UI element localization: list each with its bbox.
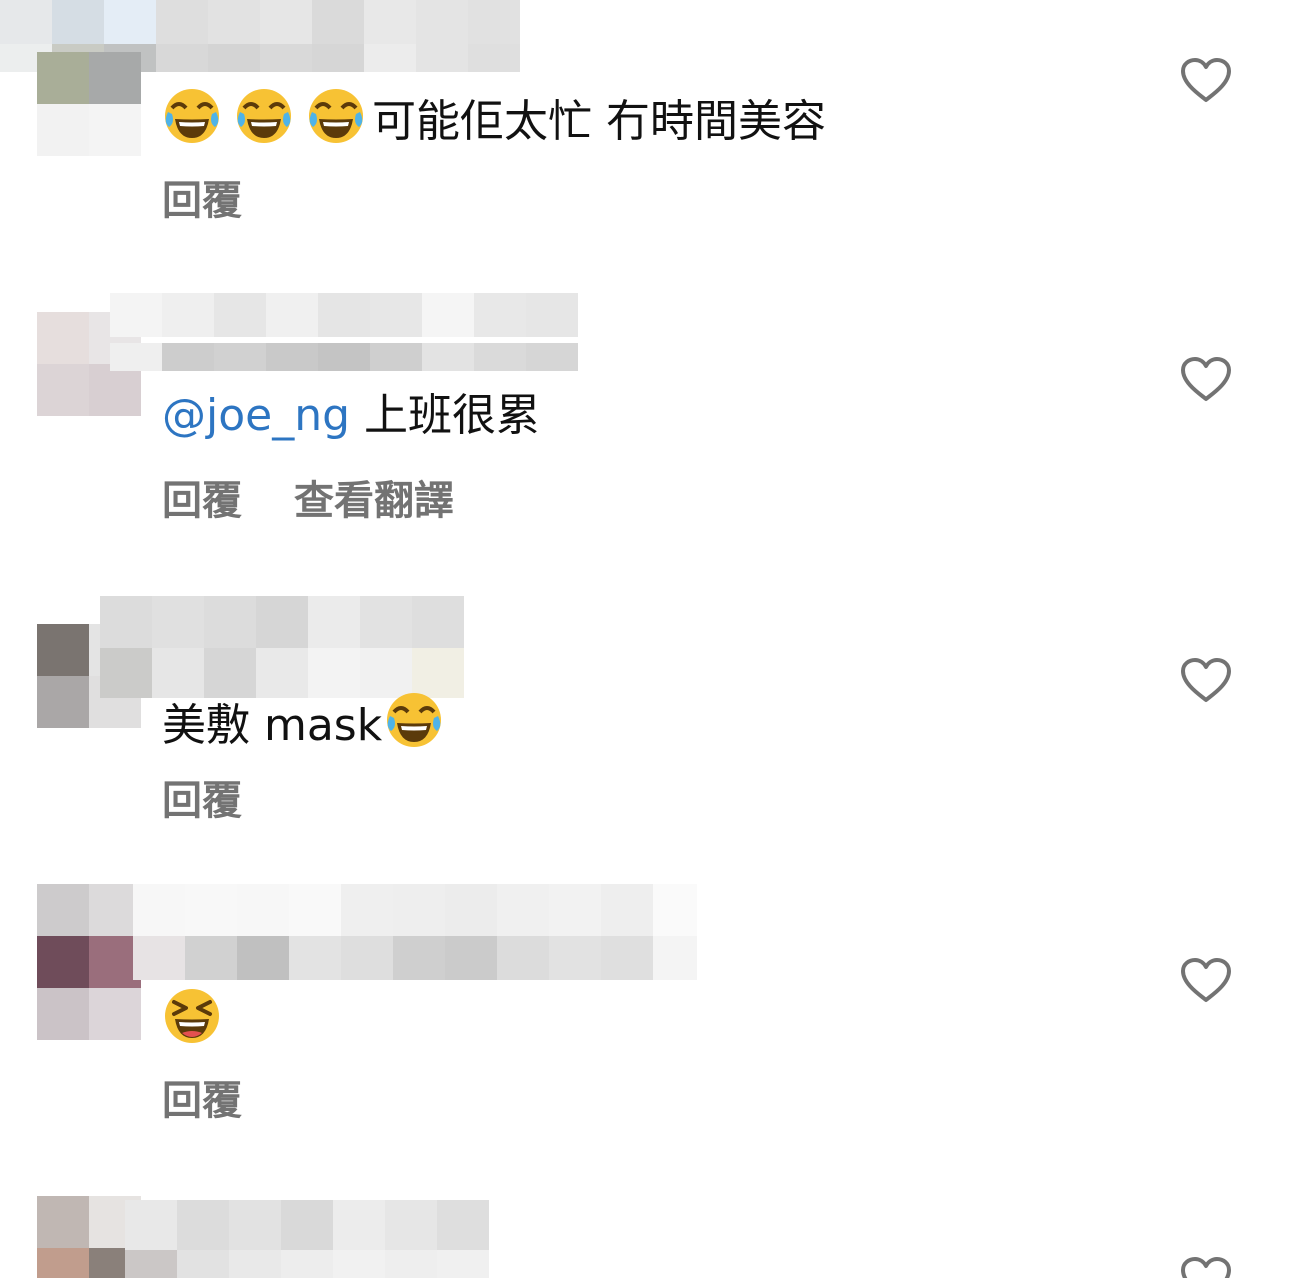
like-heart-icon[interactable]: [1180, 957, 1232, 1003]
comment-actions: 回覆: [162, 776, 294, 826]
like-heart-icon[interactable]: [1180, 657, 1232, 703]
face-with-tears-of-joy-icon: [234, 86, 294, 146]
avatar[interactable]: [37, 884, 141, 1040]
avatar[interactable]: [37, 52, 141, 156]
comment-body: 上班很累: [350, 390, 541, 441]
face-with-tears-of-joy-icon: [384, 690, 444, 750]
like-heart-icon[interactable]: [1180, 57, 1232, 103]
comment-actions: 回覆: [162, 176, 294, 226]
face-with-tears-of-joy-icon: [306, 86, 366, 146]
comment-body: 美敷 mask: [162, 700, 383, 751]
comment-body: 可能佢太忙 冇時間美容: [372, 96, 826, 147]
like-heart-icon[interactable]: [1180, 356, 1232, 402]
face-with-tears-of-joy-icon: [162, 86, 222, 146]
mention-link[interactable]: @joe_ng: [162, 390, 350, 441]
comment-text: @joe_ng 上班很累: [162, 388, 540, 444]
like-heart-icon[interactable]: [1180, 1256, 1232, 1278]
reply-button[interactable]: 回覆: [162, 1076, 242, 1126]
blurred-username: [125, 1200, 489, 1278]
comment-text: 可能佢太忙 冇時間美容: [162, 86, 826, 150]
reply-button[interactable]: 回覆: [162, 176, 242, 226]
see-translation-button[interactable]: 查看翻譯: [294, 476, 454, 526]
blurred-username: [100, 596, 464, 698]
reply-button[interactable]: 回覆: [162, 476, 242, 526]
blurred-username: [110, 293, 578, 371]
blurred-username: [133, 884, 697, 980]
reply-button[interactable]: 回覆: [162, 776, 242, 826]
grinning-squinting-face-icon: [162, 986, 222, 1046]
comment-text: 美敷 mask: [162, 690, 456, 754]
comment-text: [162, 986, 234, 1050]
comment-actions: 回覆: [162, 1076, 294, 1126]
comment-actions: 回覆 查看翻譯: [162, 476, 506, 526]
